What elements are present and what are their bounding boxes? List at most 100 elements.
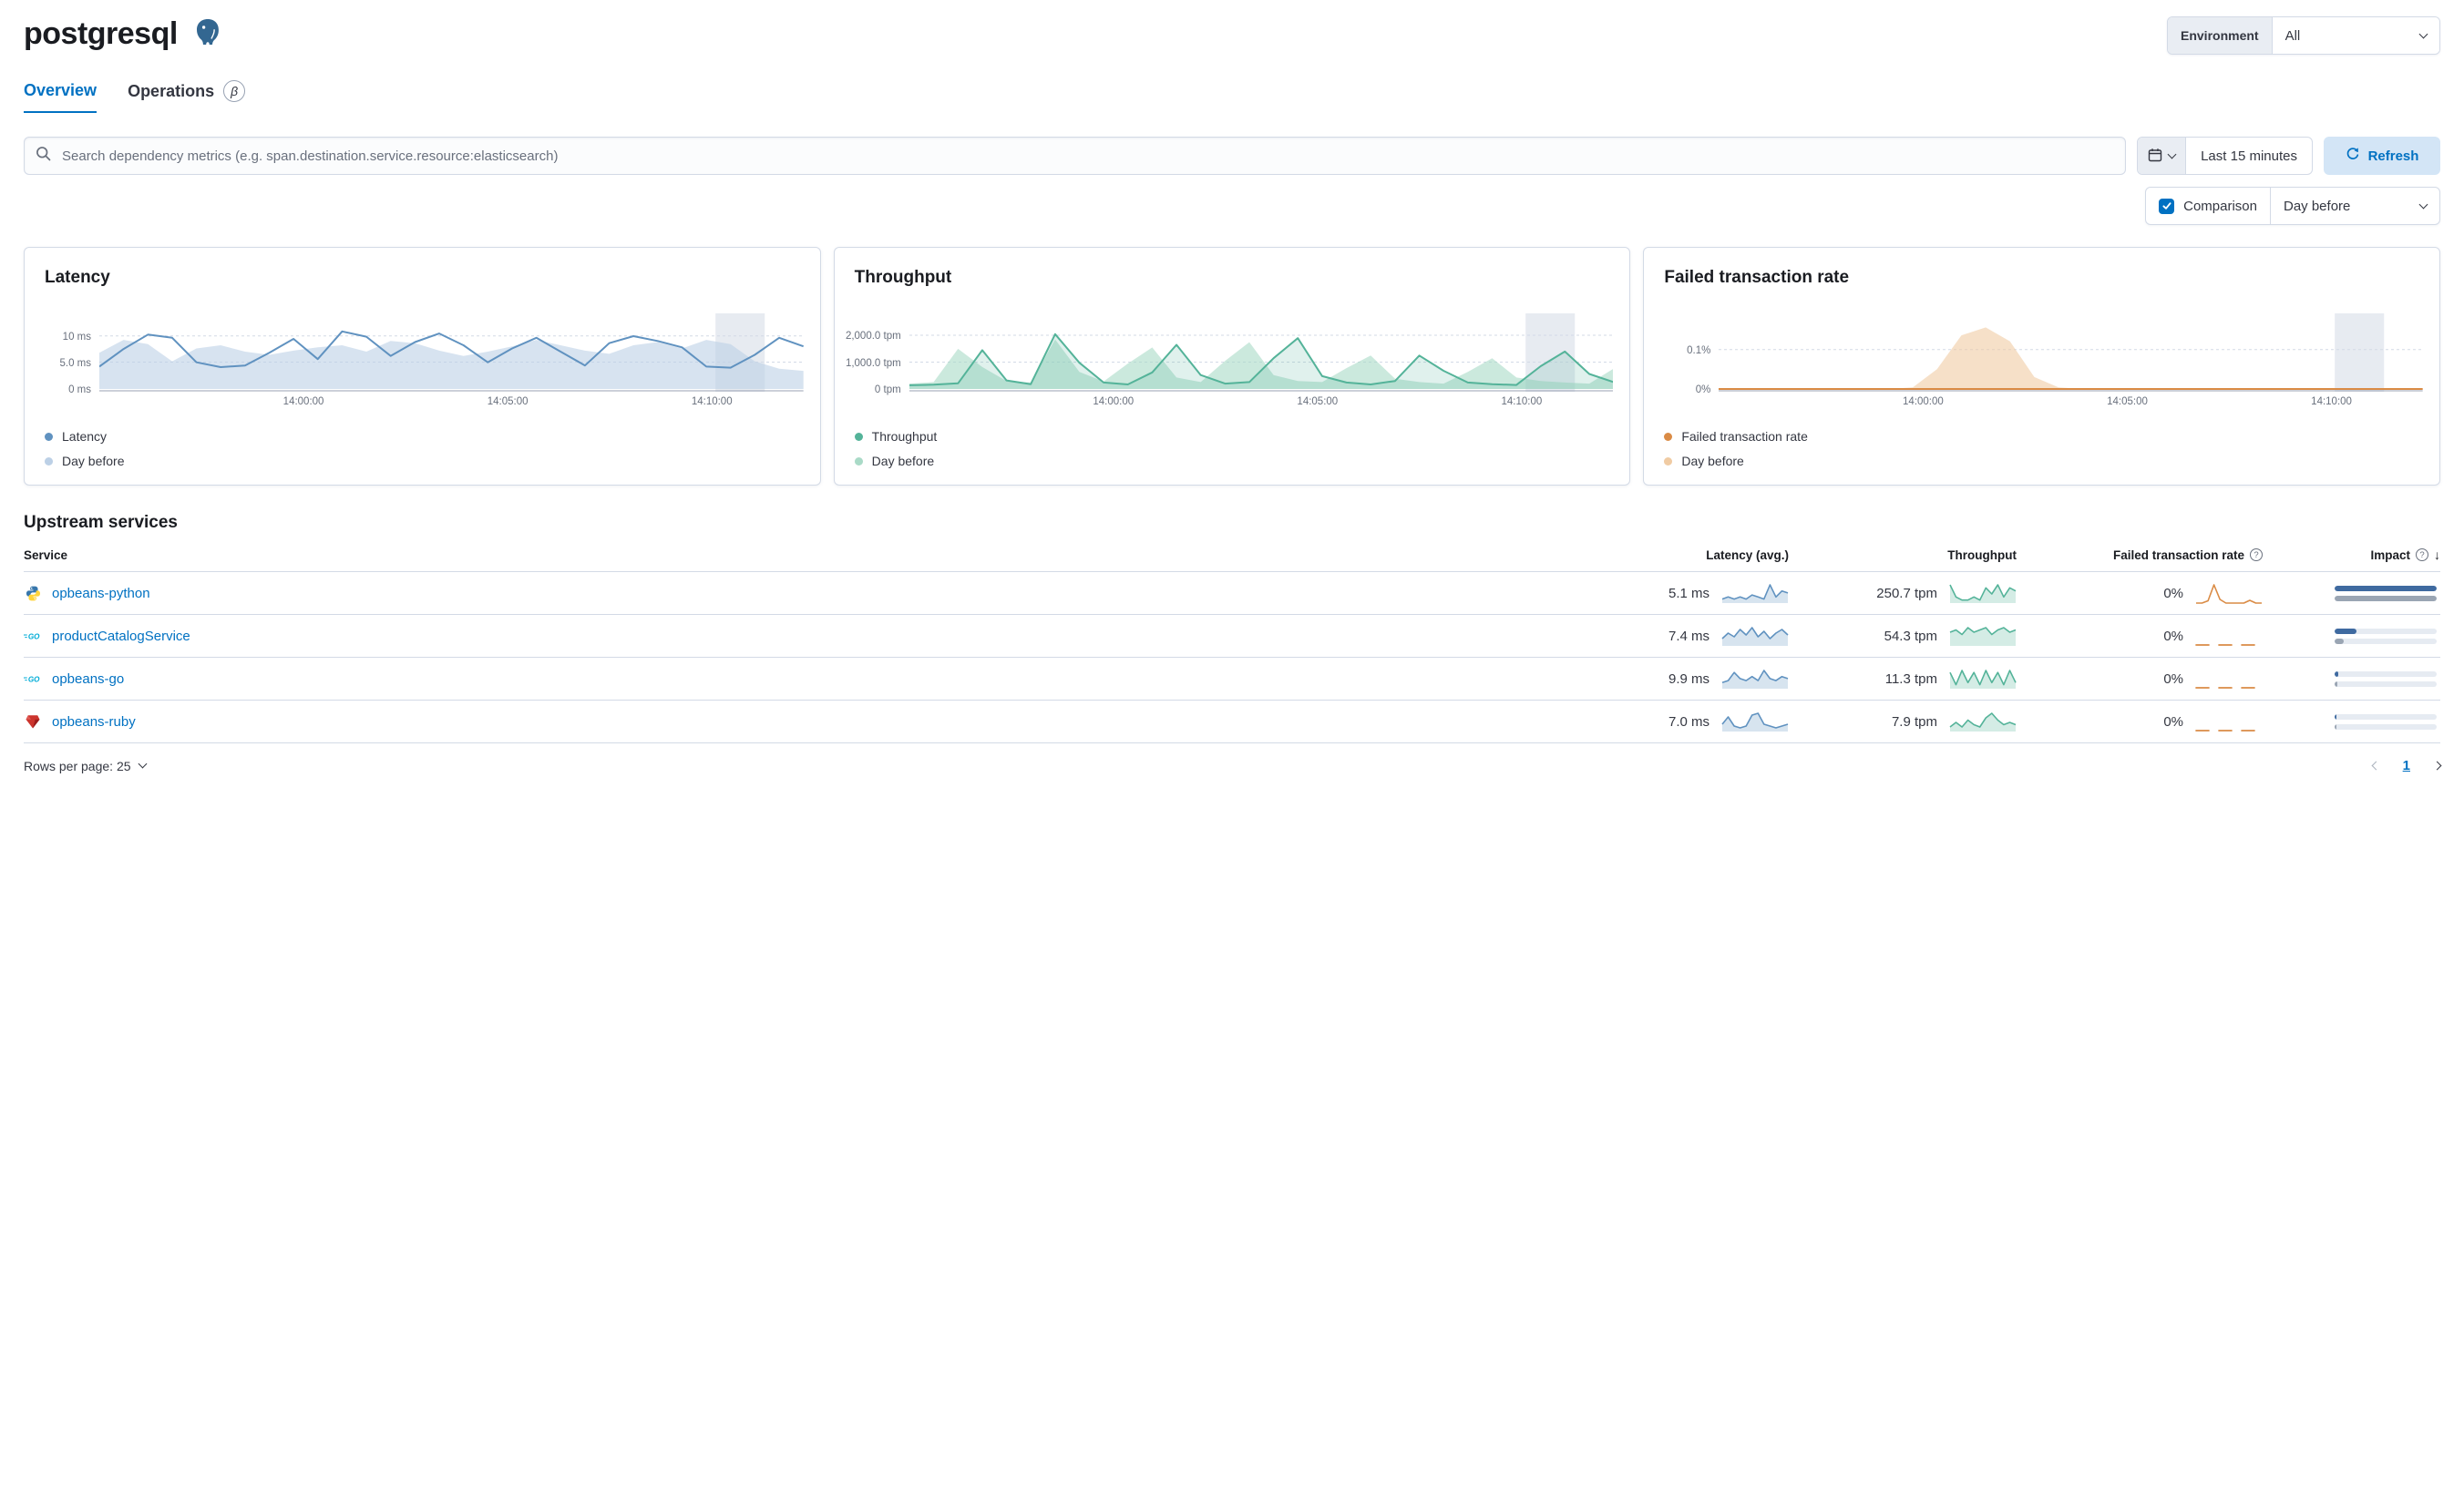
legend-label: Day before xyxy=(62,454,125,468)
next-page-icon[interactable] xyxy=(2432,761,2442,771)
previous-page-icon[interactable] xyxy=(2371,761,2381,771)
date-quick-select-button[interactable] xyxy=(2138,138,2187,174)
table-row: GO opbeans-go 9.9 ms 11.3 tpm 0% xyxy=(24,658,2440,701)
latency-sparkline xyxy=(1721,624,1789,648)
column-header-impact[interactable]: Impact ? ↓ xyxy=(2263,547,2440,562)
beta-badge: β xyxy=(223,80,246,102)
comparison-checkbox[interactable] xyxy=(2159,198,2175,214)
service-link[interactable]: opbeans-go xyxy=(52,671,124,687)
x-axis-tick: 14:00:00 xyxy=(1093,396,1134,407)
service-link[interactable]: productCatalogService xyxy=(52,629,190,644)
comparison-value: Day before xyxy=(2284,198,2351,214)
comparison-control: Comparison Day before xyxy=(2145,187,2440,225)
x-axis-tick: 14:00:00 xyxy=(1903,396,1944,407)
legend-item[interactable]: Day before xyxy=(1664,454,2423,468)
failed-rate-cell: 0% xyxy=(2017,710,2263,733)
chart-title: Latency xyxy=(45,268,110,287)
chart-latency: 10 ms 5.0 ms 0 ms 14:00:00 14:05:00 14:10:00 xyxy=(41,313,804,413)
service-link[interactable]: opbeans-python xyxy=(52,586,150,601)
impact-cell xyxy=(2263,585,2440,601)
environment-select[interactable]: All xyxy=(2272,17,2439,54)
search-input[interactable] xyxy=(60,147,2115,165)
time-range-display[interactable]: Last 15 minutes xyxy=(2186,138,2312,174)
refresh-icon xyxy=(2346,147,2360,165)
x-axis-tick: 14:00:00 xyxy=(282,396,324,407)
legend-item[interactable]: Latency xyxy=(45,429,804,444)
date-picker-group: Last 15 minutes xyxy=(2137,137,2313,175)
legend-item[interactable]: Throughput xyxy=(854,429,1614,444)
page-title: postgresql xyxy=(24,16,178,51)
table-row: opbeans-ruby 7.0 ms 7.9 tpm 0% xyxy=(24,701,2440,743)
impact-bars xyxy=(2335,628,2437,644)
column-header-failed-rate[interactable]: Failed transaction rate ? xyxy=(2017,548,2263,562)
chart-throughput: 2,000.0 tpm 1,000.0 tpm 0 tpm 14:00:00 14:05… xyxy=(846,313,1614,413)
refresh-button[interactable]: Refresh xyxy=(2324,137,2440,175)
legend-label: Failed transaction rate xyxy=(1681,429,1808,444)
y-axis-tick: 1,000.0 tpm xyxy=(845,357,901,369)
column-header-throughput[interactable]: Throughput xyxy=(1789,548,2017,562)
impact-cell xyxy=(2263,628,2440,644)
y-axis-tick: 0.1% xyxy=(1687,344,1711,356)
legend-label: Throughput xyxy=(871,429,938,444)
legend-dot xyxy=(854,432,863,441)
legend-dot xyxy=(45,432,53,441)
rows-per-page-label: Rows per page: 25 xyxy=(24,758,131,773)
chart-card-failed-rate: Failed transaction rate 0.1% 0% 14:00:00 14:… xyxy=(1643,247,2441,486)
y-axis-tick: 0 ms xyxy=(68,384,91,395)
chevron-down-icon xyxy=(2167,149,2177,159)
tab-operations-label: Operations xyxy=(128,81,215,100)
table-body: opbeans-python 5.1 ms 250.7 tpm 0% GO product… xyxy=(24,572,2440,743)
service-link[interactable]: opbeans-ruby xyxy=(52,714,136,730)
column-header-latency[interactable]: Latency (avg.) xyxy=(1584,548,1789,562)
legend-label: Day before xyxy=(871,454,935,468)
throughput-value: 250.7 tpm xyxy=(1876,585,1937,601)
tab-overview-label: Overview xyxy=(24,80,98,99)
environment-value: All xyxy=(2284,27,2301,44)
impact-bars xyxy=(2335,670,2437,687)
latency-sparkline xyxy=(1721,581,1789,605)
throughput-value: 7.9 tpm xyxy=(1891,713,1937,730)
latency-value: 7.0 ms xyxy=(1668,713,1709,730)
page-number[interactable]: 1 xyxy=(2403,758,2410,773)
x-axis-tick: 14:10:00 xyxy=(691,396,733,407)
throughput-value: 11.3 tpm xyxy=(1884,670,1937,687)
legend-dot xyxy=(854,456,863,466)
tab-operations[interactable]: Operations β xyxy=(128,80,246,113)
x-axis-tick: 14:10:00 xyxy=(1501,396,1543,407)
failed-rate-sparkline xyxy=(2195,667,2263,691)
go-icon: GO xyxy=(24,629,42,643)
impact-cell xyxy=(2263,670,2440,687)
tab-overview[interactable]: Overview xyxy=(24,80,98,113)
comparison-select[interactable]: Day before xyxy=(2271,188,2439,224)
failed-rate-value: 0% xyxy=(2163,713,2183,730)
service-cell: GO opbeans-go xyxy=(24,671,1584,687)
throughput-sparkline xyxy=(1949,581,2017,605)
table-header-row: Service Latency (avg.) Throughput Failed… xyxy=(24,538,2440,572)
comparison-toggle[interactable]: Comparison xyxy=(2146,188,2271,224)
postgresql-logo-icon xyxy=(192,16,223,52)
y-axis-tick: 0% xyxy=(1695,384,1711,395)
search-icon xyxy=(36,146,51,166)
throughput-sparkline xyxy=(1949,667,2017,691)
chart-card-latency: Latency 10 ms 5.0 ms 0 ms 14:00:00 14:05:00 14… xyxy=(24,247,821,486)
latency-value: 7.4 ms xyxy=(1668,628,1709,644)
table-row: GO productCatalogService 7.4 ms 54.3 tpm 0% xyxy=(24,615,2440,658)
legend-item[interactable]: Day before xyxy=(854,454,1614,468)
rows-per-page-button[interactable]: Rows per page: 25 xyxy=(24,758,147,773)
failed-rate-value: 0% xyxy=(2163,628,2183,644)
x-axis-tick: 14:10:00 xyxy=(2311,396,2352,407)
legend-item[interactable]: Failed transaction rate xyxy=(1664,429,2423,444)
throughput-sparkline xyxy=(1949,710,2017,733)
upstream-services-table: Service Latency (avg.) Throughput Failed… xyxy=(24,538,2440,743)
legend-item[interactable]: Day before xyxy=(45,454,804,468)
comparison-label: Comparison xyxy=(2183,198,2257,214)
chart-plot xyxy=(99,313,804,392)
x-axis-tick: 14:05:00 xyxy=(2107,396,2148,407)
python-icon xyxy=(24,585,42,602)
latency-cell: 9.9 ms xyxy=(1584,667,1789,691)
chart-legend: Throughput Day before xyxy=(851,429,1614,468)
y-axis-tick: 2,000.0 tpm xyxy=(845,331,901,342)
environment-control: Environment All xyxy=(2167,16,2440,55)
column-header-service[interactable]: Service xyxy=(24,548,1584,562)
legend-dot xyxy=(1664,432,1673,441)
